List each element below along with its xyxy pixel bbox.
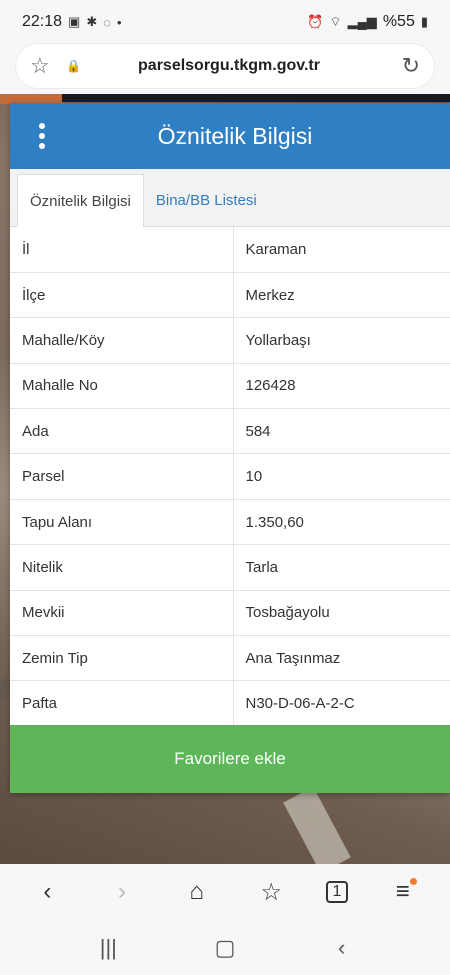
recents-icon[interactable]: |||	[83, 935, 133, 961]
attribute-value: N30-D-06-A-2-C	[245, 695, 355, 713]
bookmarks-icon[interactable]: ☆	[251, 872, 291, 912]
attribute-key: Parsel	[10, 453, 234, 500]
attribute-value: Tarla	[245, 558, 279, 576]
attribute-key: Ada	[10, 408, 234, 454]
attribute-key: İlçe	[10, 272, 234, 318]
status-bar: 22:18 ▣ ✱ ◌ • ⏰ ⌔ ▂▄▆ %55 ▮	[0, 0, 450, 44]
attribute-value: 584	[245, 422, 271, 440]
tab-building-list[interactable]: Bina/BB Listesi	[144, 174, 269, 226]
attribute-key: Zemin Tip	[10, 635, 234, 681]
image-icon: ▣	[68, 14, 81, 29]
panel-header: Öznitelik Bilgisi	[10, 103, 450, 169]
url-bar[interactable]: ☆ 🔒 parselsorgu.tkgm.gov.tr ↻	[16, 44, 434, 88]
menu-icon[interactable]: ≡	[383, 872, 423, 912]
table-row: Tapu Alanı 1.350,60	[10, 499, 450, 545]
battery-icon: ▮	[420, 14, 428, 29]
battery-level: %55	[382, 13, 415, 30]
url-text[interactable]: parselsorgu.tkgm.gov.tr	[66, 57, 392, 75]
browser-toolbar: ☆ 🔒 parselsorgu.tkgm.gov.tr ↻	[0, 44, 450, 94]
table-row: Ada 584	[10, 408, 450, 454]
signal-icon: ▂▄▆	[347, 14, 377, 29]
attribute-value: 1.350,60	[245, 513, 304, 531]
attribute-key: Mahalle/Köy	[10, 317, 234, 364]
attribute-key: Mevkii	[10, 590, 234, 636]
add-favorite-button[interactable]: Favorilere ekle	[10, 725, 450, 793]
status-time: 22:18	[22, 13, 63, 30]
home-button-icon[interactable]: ▢	[200, 935, 250, 961]
attribute-key: Mahalle No	[10, 363, 234, 409]
attribute-value: 126428	[245, 377, 296, 395]
home-icon[interactable]: ⌂	[177, 872, 217, 912]
whatsapp-icon: ◌	[103, 14, 111, 30]
notification-dot	[409, 878, 417, 885]
map-top-band	[0, 94, 450, 102]
panel-title: Öznitelik Bilgisi	[157, 122, 313, 149]
attribute-key: Nitelik	[10, 544, 234, 591]
attribute-key: Pafta	[10, 680, 234, 727]
forward-icon[interactable]: ›	[102, 872, 142, 912]
tabs-icon[interactable]: 1	[325, 881, 348, 903]
attribute-value: Merkez	[245, 286, 295, 304]
system-back-icon[interactable]: ‹	[317, 935, 367, 961]
attribute-value: 10	[245, 468, 263, 486]
attribute-value: Karaman	[245, 240, 307, 258]
wifi-icon: ⌔	[329, 14, 342, 29]
table-row: Nitelik Tarla	[10, 544, 450, 591]
bookmark-star-icon[interactable]: ☆	[30, 53, 58, 79]
attribute-table: İl Karaman İlçe Merkez Mahalle/Köy Yollarbaşı…	[10, 227, 450, 727]
attribute-value: Tosbağayolu	[245, 604, 330, 622]
table-row: Mahalle/Köy Yollarbaşı	[10, 317, 450, 364]
browser-nav-bar: ‹ › ⌂ ☆ 1 ≡	[0, 864, 450, 920]
table-row: Parsel 10	[10, 453, 450, 500]
tab-bar: Öznitelik Bilgisi Bina/BB Listesi	[10, 169, 450, 227]
attribute-key: İl	[10, 227, 234, 273]
table-row: Pafta N30-D-06-A-2-C	[10, 680, 450, 727]
table-row: İl Karaman	[10, 227, 450, 273]
reload-icon[interactable]: ↻	[392, 53, 420, 79]
tab-attributes[interactable]: Öznitelik Bilgisi	[17, 174, 144, 227]
table-row: Mahalle No 126428	[10, 363, 450, 409]
dot-icon: •	[116, 14, 122, 30]
more-menu-icon[interactable]	[32, 121, 52, 151]
table-row: İlçe Merkez	[10, 272, 450, 318]
attribute-panel: Öznitelik Bilgisi Öznitelik Bilgisi Bina…	[10, 103, 450, 793]
bluetooth-icon: ✱	[86, 14, 98, 29]
attribute-key: Tapu Alanı	[10, 499, 234, 545]
table-row: Zemin Tip Ana Taşınmaz	[10, 635, 450, 681]
attribute-value: Yollarbaşı	[245, 331, 311, 349]
status-right: ⏰ ⌔ ▂▄▆ %55 ▮	[307, 13, 428, 31]
status-left: 22:18 ▣ ✱ ◌ •	[22, 13, 122, 31]
table-row: Mevkii Tosbağayolu	[10, 590, 450, 636]
back-icon[interactable]: ‹	[27, 872, 67, 912]
system-nav-bar: ||| ▢ ‹	[0, 920, 450, 975]
attribute-value: Ana Taşınmaz	[245, 649, 341, 667]
alarm-icon: ⏰	[307, 14, 324, 29]
